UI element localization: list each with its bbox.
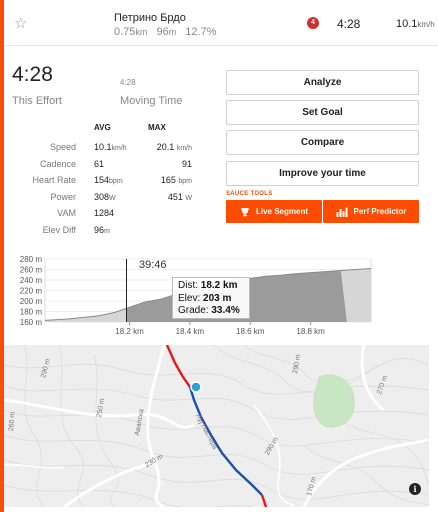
tooltip-grade-label: Grade: — [178, 305, 209, 316]
moving-time-value: 4:28 — [120, 78, 136, 87]
rank-badge: 4 — [307, 17, 319, 29]
segment-stats: 0.75km 96m 12.7% — [114, 26, 217, 38]
elevation-tooltip: Dist: 18.2 km Elev: 203 m Grade: 33.4% — [172, 277, 250, 319]
stat-max-value: 451 — [167, 191, 183, 202]
stat-row: Speed 10.1km/h 20.1 km/h — [12, 142, 212, 156]
stat-row: Heart Rate 154bpm 165 bpm — [12, 175, 212, 189]
stat-label: Speed — [49, 142, 76, 152]
info-icon[interactable]: i — [409, 483, 421, 495]
tooltip-elev-label: Elev: — [178, 292, 201, 304]
stat-max-unit: bpm — [178, 178, 192, 185]
stat-max-unit: W — [185, 194, 192, 202]
stat-avg-value: 10.1 — [94, 142, 112, 152]
stat-avg: 154bpm — [94, 175, 123, 185]
segment-grade: 12.7% — [185, 26, 217, 38]
y-tick-label: 280 m — [20, 255, 43, 264]
live-segment-label: Live Segment — [255, 207, 308, 216]
stat-label: Cadence — [39, 158, 76, 169]
segment-speed-unit: km/h — [417, 20, 435, 29]
avg-header: AVG — [94, 123, 111, 132]
segment-distance: 0.75 — [114, 26, 136, 38]
effort-time: 4:28 — [12, 63, 53, 86]
stat-label: Elev Diff — [42, 224, 76, 235]
bar-chart-icon — [336, 207, 348, 217]
park-area — [313, 374, 355, 428]
stat-max: 165 bpm — [152, 175, 192, 185]
segment-time: 4:28 — [337, 17, 361, 31]
stat-max-value: 165 — [160, 175, 176, 185]
stat-avg: 61 — [94, 159, 104, 169]
segment-elevation-unit: m — [168, 27, 177, 37]
y-tick-label: 240 m — [20, 276, 43, 285]
tooltip-dist: 18.2 km — [200, 280, 238, 291]
stat-label: Power — [50, 191, 76, 202]
trophy-icon — [240, 207, 250, 216]
max-header: MAX — [148, 123, 166, 132]
stat-avg-unit: bpm — [109, 178, 123, 185]
moving-time-label: Moving Time — [120, 95, 183, 107]
stat-avg: 1284 — [94, 208, 114, 218]
stat-avg-unit: km/h — [111, 145, 127, 152]
perf-predictor-button[interactable]: Perf Predictor — [323, 200, 419, 223]
stat-max: 451 W — [152, 192, 192, 202]
stat-max: 91 — [152, 159, 192, 169]
route-red-segment — [165, 345, 191, 388]
x-tick-label: 18.2 km — [115, 327, 144, 336]
improve-time-button[interactable]: Improve your time — [226, 161, 419, 186]
stat-avg-value: 308 — [94, 191, 110, 202]
live-segment-button[interactable]: Live Segment — [226, 200, 322, 223]
map-canvas[interactable] — [4, 345, 429, 507]
x-tick-label: 18.6 km — [236, 327, 265, 336]
route-blue-segment — [188, 386, 263, 496]
segment-name[interactable]: Петрино Брдо — [114, 12, 186, 24]
stat-max-unit: km/h — [176, 145, 192, 152]
y-tick-label: 260 m — [20, 266, 43, 275]
x-tick-label: 18.8 km — [296, 327, 325, 336]
stat-row: Elev Diff 96m — [12, 225, 212, 239]
compare-button[interactable]: Compare — [226, 130, 419, 155]
stat-avg-value: 61 — [94, 158, 105, 169]
effort-label: This Effort — [12, 95, 62, 107]
stat-row: Cadence 61 91 — [12, 159, 212, 173]
stat-avg-value: 1284 — [94, 208, 115, 218]
stat-avg: 308W — [94, 192, 116, 202]
analyze-button[interactable]: Analyze — [226, 70, 419, 95]
y-tick-label: 180 m — [20, 308, 43, 317]
route-map[interactable]: Авалска Луј Пастера 290 m 290 m 290 m 25… — [4, 345, 429, 507]
stat-row: VAM 1284 — [12, 208, 212, 222]
y-tick-label: 160 m — [20, 318, 43, 327]
stat-avg-value: 96 — [94, 224, 105, 235]
stat-avg: 10.1km/h — [94, 142, 127, 152]
y-tick-label: 200 m — [20, 297, 43, 306]
tooltip-elev: 203 m — [203, 292, 232, 304]
x-tick-label: 18.4 km — [176, 327, 205, 336]
stat-avg: 96m — [94, 225, 110, 235]
segment-elevation: 96 — [156, 26, 169, 38]
segment-header[interactable]: ☆ Петрино Брдо 0.75km 96m 12.7% 4 4:28 1… — [4, 0, 438, 46]
route-red-end — [260, 494, 268, 507]
stat-label: VAM — [57, 208, 76, 218]
y-tick-label: 220 m — [20, 287, 43, 296]
set-goal-button[interactable]: Set Goal — [226, 100, 419, 125]
stat-row: Power 308W 451 W — [12, 192, 212, 206]
tooltip-dist-label: Dist: — [178, 280, 198, 291]
position-marker[interactable] — [190, 381, 202, 393]
segment-speed-value: 10.1 — [396, 18, 418, 30]
stat-max-value: 20.1 — [156, 142, 175, 152]
stat-avg-unit: W — [109, 194, 116, 202]
perf-predictor-label: Perf Predictor — [353, 207, 407, 216]
stat-max-value: 91 — [181, 158, 192, 169]
sauce-tools-title: SAUCE TOOLS — [226, 191, 273, 197]
segment-distance-unit: km — [135, 27, 148, 37]
stat-max: 20.1 km/h — [152, 142, 192, 152]
stat-avg-unit: m — [104, 227, 110, 235]
elevation-hover-time: 39:46 — [139, 259, 167, 271]
star-icon[interactable]: ☆ — [14, 14, 27, 32]
tooltip-grade: 33.4% — [211, 305, 240, 316]
stat-label: Heart Rate — [32, 175, 76, 185]
stat-avg-value: 154 — [94, 175, 110, 185]
segment-speed: 10.1km/h — [396, 18, 435, 30]
